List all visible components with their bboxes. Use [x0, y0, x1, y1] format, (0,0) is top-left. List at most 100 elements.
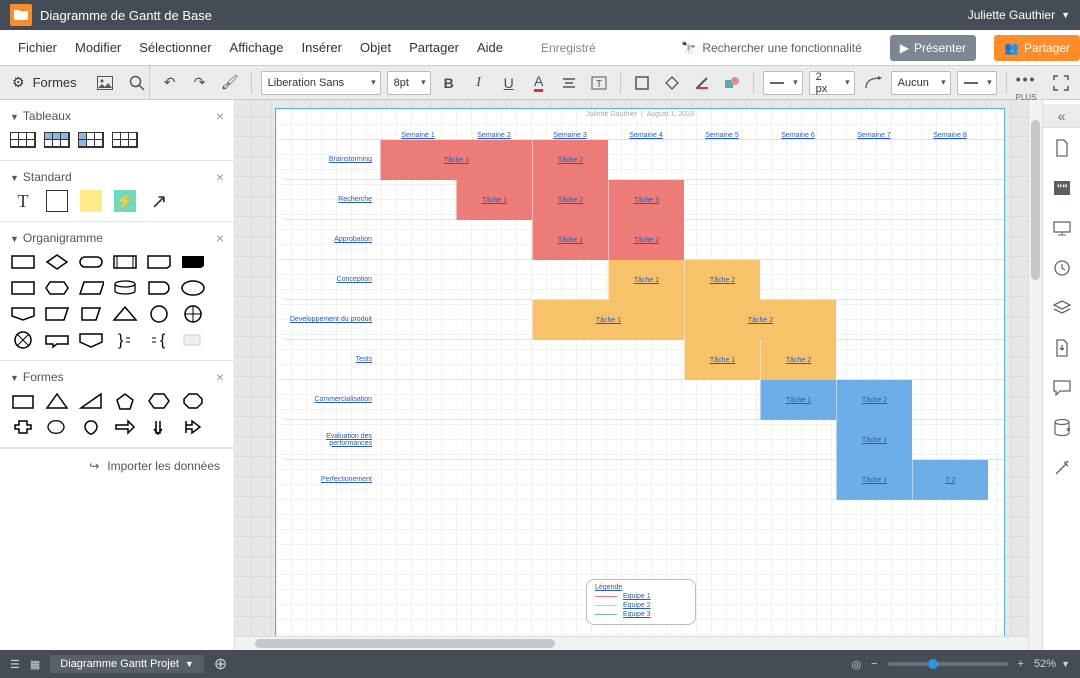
panel-title-tableaux[interactable]: ▼Tableaux × — [10, 108, 224, 130]
comment-icon[interactable] — [1043, 368, 1080, 408]
text-box-button[interactable]: T — [587, 71, 611, 95]
menu-help[interactable]: Aide — [477, 40, 503, 55]
close-icon[interactable]: × — [216, 108, 224, 124]
zoom-out-button[interactable]: − — [871, 658, 877, 670]
org-shape-6[interactable] — [10, 278, 36, 298]
table-shape-1[interactable] — [10, 130, 36, 150]
org-shape-1[interactable] — [44, 252, 70, 272]
menu-file[interactable]: Fichier — [18, 40, 57, 55]
line-type-button[interactable] — [861, 71, 885, 95]
document-page[interactable]: Juliette Gauthier | August 1, 2019 Semai… — [275, 108, 1005, 638]
org-shape-2[interactable] — [78, 252, 104, 272]
present-button[interactable]: ▶Présenter — [890, 35, 976, 61]
org-shape-21[interactable]: } — [112, 330, 138, 350]
gantt-task[interactable]: Tâche 2 — [684, 260, 760, 300]
menu-view[interactable]: Affichage — [230, 40, 284, 55]
database-icon[interactable] — [1043, 408, 1080, 448]
org-shape-15[interactable] — [112, 304, 138, 324]
gantt-task[interactable]: Tâche 2 — [532, 180, 608, 220]
stroke-color-button[interactable] — [690, 71, 714, 95]
org-shape-19[interactable] — [44, 330, 70, 350]
zoom-in-button[interactable]: + — [1018, 658, 1024, 670]
org-shape-17[interactable] — [180, 304, 206, 324]
quote-icon[interactable]: "" — [1043, 168, 1080, 208]
canvas[interactable]: Juliette Gauthier | August 1, 2019 Semai… — [235, 100, 1042, 650]
org-shape-14[interactable] — [78, 304, 104, 324]
layers-icon[interactable] — [1043, 288, 1080, 328]
gantt-task[interactable]: Tâche 1 — [836, 460, 912, 500]
italic-button[interactable]: I — [467, 71, 491, 95]
gantt-task[interactable]: Tâche 2 — [760, 340, 836, 380]
zoom-level[interactable]: 52% ▼ — [1034, 658, 1070, 670]
gantt-task[interactable]: Tâche 1 — [456, 180, 532, 220]
underline-button[interactable]: U — [497, 71, 521, 95]
gantt-task[interactable]: Tâche 1 — [836, 420, 912, 460]
list-view-icon[interactable]: ☰ — [10, 658, 20, 671]
gantt-task[interactable]: Tâche 1 — [760, 380, 836, 420]
user-menu[interactable]: Juliette Gauthier▼ — [968, 8, 1070, 22]
table-shape-4[interactable] — [112, 130, 138, 150]
stroke-width-select[interactable]: 2 px — [809, 71, 855, 95]
close-icon[interactable]: × — [216, 369, 224, 385]
clock-icon[interactable] — [1043, 248, 1080, 288]
menu-select[interactable]: Sélectionner — [139, 40, 211, 55]
org-shape-22[interactable]: { — [146, 330, 172, 350]
menu-insert[interactable]: Insérer — [302, 40, 342, 55]
form-shape-2[interactable] — [78, 391, 104, 411]
bolt-shape[interactable]: ⚡ — [112, 191, 138, 211]
org-shape-7[interactable] — [44, 278, 70, 298]
font-select[interactable]: Liberation Sans — [261, 71, 381, 95]
form-shape-1[interactable] — [44, 391, 70, 411]
box-shape[interactable] — [44, 191, 70, 211]
form-shape-11[interactable] — [180, 417, 206, 437]
form-shape-9[interactable] — [112, 417, 138, 437]
table-shape-3[interactable] — [78, 130, 104, 150]
org-shape-0[interactable] — [10, 252, 36, 272]
form-shape-4[interactable] — [146, 391, 172, 411]
feature-search[interactable]: 🔭 Rechercher une fonctionnalité — [681, 41, 861, 55]
note-shape[interactable] — [78, 191, 104, 211]
arrow-shape[interactable]: ↗ — [146, 191, 172, 211]
paint-format-button[interactable]: 🖌 — [218, 71, 242, 95]
download-icon[interactable] — [1043, 328, 1080, 368]
arrow-style-select[interactable] — [957, 71, 997, 95]
gantt-task[interactable]: Tâche 2 — [684, 300, 836, 340]
org-shape-20[interactable] — [78, 330, 104, 350]
align-button[interactable] — [557, 71, 581, 95]
import-data-button[interactable]: ↪ Importer les données — [0, 448, 234, 482]
document-icon[interactable] — [1043, 128, 1080, 168]
table-shape-2[interactable] — [44, 130, 70, 150]
panel-title-organigramme[interactable]: ▼Organigramme × — [10, 230, 224, 252]
org-shape-18[interactable] — [10, 330, 36, 350]
text-shape[interactable]: T — [10, 191, 36, 211]
close-icon[interactable]: × — [216, 169, 224, 185]
menu-edit[interactable]: Modifier — [75, 40, 121, 55]
fill-color-button[interactable] — [660, 71, 684, 95]
panel-title-standard[interactable]: ▼Standard × — [10, 169, 224, 191]
org-shape-23[interactable] — [180, 330, 206, 350]
search-icon[interactable] — [125, 71, 149, 95]
gear-icon[interactable]: ⚙ — [12, 74, 25, 91]
form-shape-7[interactable] — [44, 417, 70, 437]
bold-button[interactable]: B — [437, 71, 461, 95]
org-shape-9[interactable] — [112, 278, 138, 298]
shape-options-button[interactable] — [720, 71, 744, 95]
org-shape-10[interactable] — [146, 278, 172, 298]
magic-icon[interactable] — [1043, 448, 1080, 488]
panel-title-formes[interactable]: ▼Formes × — [10, 369, 224, 391]
zoom-slider[interactable] — [888, 662, 1008, 666]
page-tab[interactable]: Diagramme Gantt Projet ▼ — [50, 655, 204, 673]
presentation-icon[interactable] — [1043, 208, 1080, 248]
org-shape-16[interactable] — [146, 304, 172, 324]
menu-object[interactable]: Objet — [360, 40, 391, 55]
org-shape-5[interactable] — [180, 252, 206, 272]
gantt-task[interactable]: Tâche 2 — [608, 220, 684, 260]
form-shape-6[interactable] — [10, 417, 36, 437]
fullscreen-button[interactable] — [1049, 71, 1073, 95]
collapse-right-icon[interactable]: « — [1043, 104, 1080, 128]
org-shape-3[interactable] — [112, 252, 138, 272]
horizontal-scrollbar[interactable] — [235, 636, 1028, 650]
more-button[interactable]: ••• PLUS — [1016, 71, 1037, 95]
menu-share[interactable]: Partager — [409, 40, 459, 55]
org-shape-8[interactable] — [78, 278, 104, 298]
